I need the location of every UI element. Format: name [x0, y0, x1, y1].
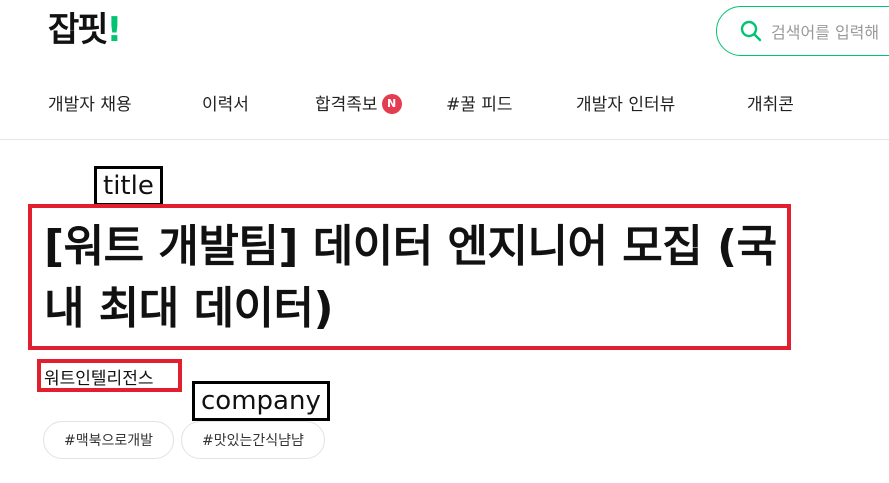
main-nav: 개발자 채용 이력서 합격족보 N #꿀 피드 개발자 인터뷰 개취콘 — [0, 80, 889, 140]
logo-dot: ! — [106, 10, 122, 50]
nav-item-gaechwicon[interactable]: 개취콘 — [747, 93, 794, 117]
company-annotation-label: company — [192, 381, 330, 421]
nav-item-pass-tips-label: 합격족보 — [315, 95, 378, 115]
title-annotation-label: title — [94, 166, 163, 206]
search-input[interactable]: 검색어를 입력해 — [716, 6, 889, 56]
nav-item-pass-tips[interactable]: 합격족보 N — [315, 93, 402, 117]
job-title: [워트 개발팀] 데이터 엔지니어 모집 (국내 최대 데이터) — [44, 221, 777, 334]
nav-item-honey-feed[interactable]: #꿀 피드 — [446, 93, 513, 117]
tag-list: #맥북으로개발 #맛있는간식냠냠 — [43, 421, 325, 459]
new-badge: N — [381, 93, 402, 114]
job-post-page: 잡핏! 검색어를 입력해 개발자 채용 이력서 합격족보 N #꿀 피드 개발자 … — [0, 0, 889, 483]
logo-text: 잡핏 — [48, 10, 109, 50]
tag-chip[interactable]: #맥북으로개발 — [43, 421, 175, 459]
nav-item-resume[interactable]: 이력서 — [202, 93, 249, 117]
search-placeholder: 검색어를 입력해 — [771, 23, 880, 42]
nav-item-developer-jobs[interactable]: 개발자 채용 — [48, 93, 132, 117]
site-logo[interactable]: 잡핏! — [48, 10, 122, 50]
company-name[interactable]: 워트인텔리전스 — [44, 364, 153, 389]
search-icon — [740, 20, 762, 42]
tag-chip[interactable]: #맛있는간식냠냠 — [181, 421, 325, 459]
nav-item-developer-interview[interactable]: 개발자 인터뷰 — [576, 93, 675, 117]
